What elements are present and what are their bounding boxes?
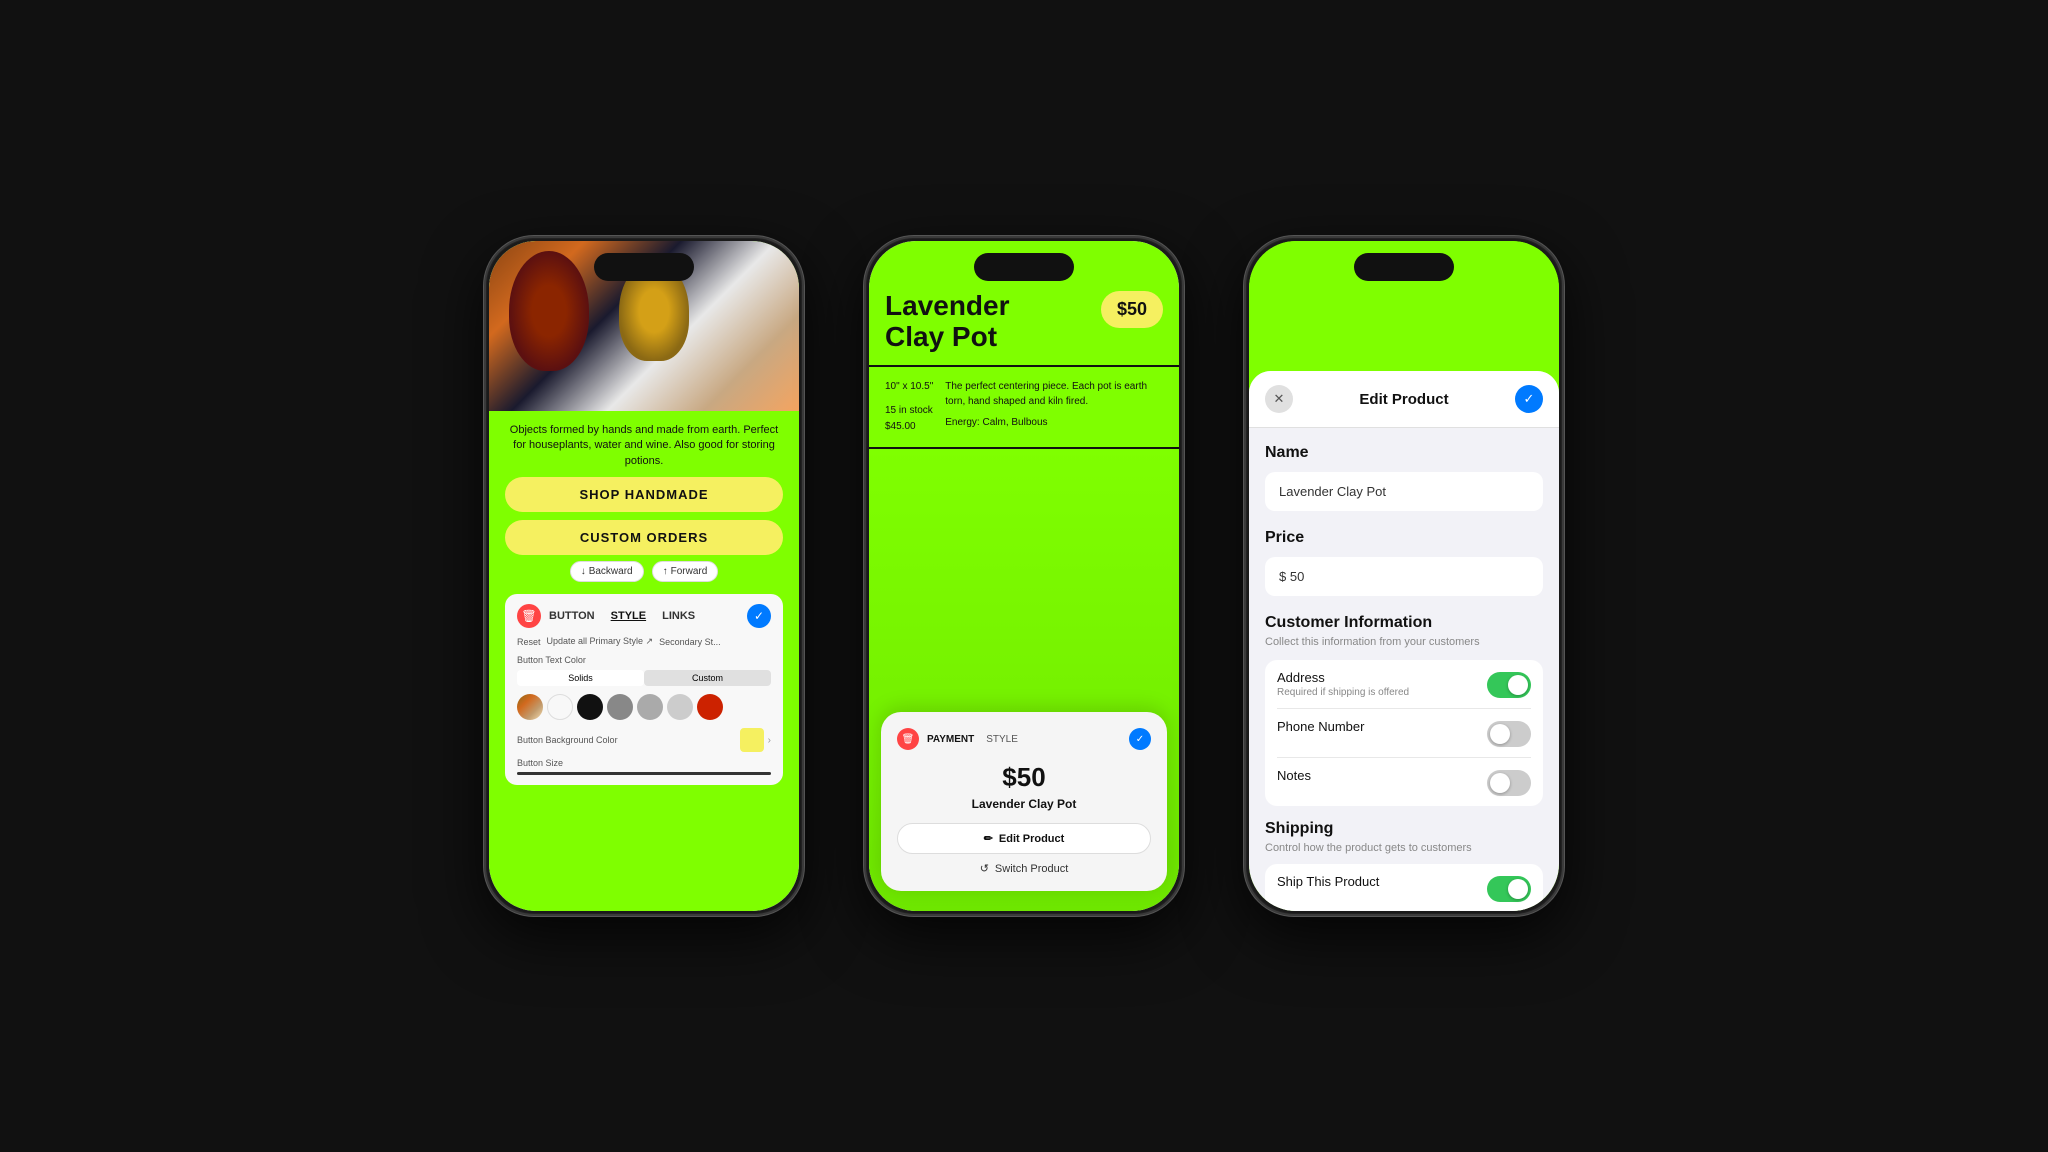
pencil-icon: ✏ xyxy=(984,832,993,845)
bg-color-label: Button Background Color xyxy=(517,735,618,745)
edit-product-label: Edit Product xyxy=(999,833,1064,845)
backward-button[interactable]: ↓ Backward xyxy=(570,561,644,582)
switch-product-button[interactable]: ↺ Switch Product xyxy=(897,862,1151,875)
swatch-gray3[interactable] xyxy=(667,694,693,720)
swatch-brown[interactable] xyxy=(517,694,543,720)
confirm-button[interactable]: ✓ xyxy=(747,604,771,628)
refresh-icon: ↺ xyxy=(980,862,989,875)
modal-title: Edit Product xyxy=(1359,391,1448,408)
payment-tab-style[interactable]: STYLE xyxy=(986,734,1018,745)
payment-product-name: Lavender Clay Pot xyxy=(897,797,1151,811)
edit-product-button-2[interactable]: ✏ Edit Product xyxy=(897,823,1151,854)
address-toggle[interactable] xyxy=(1487,672,1531,698)
modal-body: Name Price Customer Information Collect … xyxy=(1249,428,1559,911)
price-badge-2: $50 xyxy=(1101,291,1163,328)
color-swatches xyxy=(517,694,771,720)
swatch-white[interactable] xyxy=(547,694,573,720)
custom-orders-button[interactable]: CUSTOM ORDERS xyxy=(505,520,783,555)
notes-toggle-label: Notes xyxy=(1277,768,1311,783)
ship-toggle-label: Ship This Product xyxy=(1277,874,1379,889)
secondary-style-link[interactable]: Secondary St... xyxy=(659,637,721,647)
custom-tab[interactable]: Custom xyxy=(644,670,771,686)
swatch-gray2[interactable] xyxy=(637,694,663,720)
name-input[interactable] xyxy=(1265,472,1543,511)
product-specs: 10" x 10.5" 15 in stock $45.00 xyxy=(885,379,933,435)
dynamic-island-2 xyxy=(974,253,1074,281)
edit-product-modal: ✕ Edit Product ✓ Name Price Customer Inf… xyxy=(1249,371,1559,911)
shipping-section-label: Shipping xyxy=(1265,820,1543,838)
phone-1: Objects formed by hands and made from ea… xyxy=(484,236,804,916)
editor-panel: 🗑 BUTTON STYLE LINKS ✓ Reset Update all … xyxy=(505,594,783,785)
forward-button[interactable]: ↑ Forward xyxy=(652,561,719,582)
modal-save-button[interactable]: ✓ xyxy=(1515,385,1543,413)
chevron-icon: › xyxy=(768,735,771,746)
backward-label: Backward xyxy=(589,566,633,577)
product-title-2: Lavender Clay Pot xyxy=(885,291,1010,353)
product-description-text: The perfect centering piece. Each pot is… xyxy=(945,379,1163,409)
spec-stock: 15 in stock xyxy=(885,403,933,419)
address-toggle-label: Address xyxy=(1277,670,1409,685)
tab-style[interactable]: STYLE xyxy=(611,610,646,622)
payment-price: $50 xyxy=(897,762,1151,793)
solids-tab[interactable]: Solids xyxy=(517,670,644,686)
notes-toggle[interactable] xyxy=(1487,770,1531,796)
product-desc-2: The perfect centering piece. Each pot is… xyxy=(945,379,1163,435)
price-input[interactable] xyxy=(1265,557,1543,596)
shop-handmade-button[interactable]: SHOP HANDMADE xyxy=(505,477,783,512)
shipping-subtitle: Control how the product gets to customer… xyxy=(1265,842,1543,854)
phone-3: ✕ Edit Product ✓ Name Price Customer Inf… xyxy=(1244,236,1564,916)
swatch-gray1[interactable] xyxy=(607,694,633,720)
product-description-1: Objects formed by hands and made from ea… xyxy=(505,423,783,469)
payment-panel: 🗑 PAYMENT STYLE ✓ $50 Lavender Clay Pot … xyxy=(881,712,1167,891)
phone-toggle[interactable] xyxy=(1487,721,1531,747)
swatch-black[interactable] xyxy=(577,694,603,720)
payment-tab-payment[interactable]: PAYMENT xyxy=(927,734,974,745)
tab-links[interactable]: LINKS xyxy=(662,610,695,622)
button-size-slider[interactable] xyxy=(517,772,771,775)
forward-label: Forward xyxy=(671,566,708,577)
button-text-color-label: Button Text Color xyxy=(517,655,771,665)
bg-color-preview[interactable] xyxy=(740,728,764,752)
price-section-label: Price xyxy=(1265,529,1543,547)
name-section-label: Name xyxy=(1265,444,1543,462)
phone-2: Lavender Clay Pot $50 10" x 10.5" 15 in … xyxy=(864,236,1184,916)
dynamic-island-3 xyxy=(1354,253,1454,281)
modal-close-button[interactable]: ✕ xyxy=(1265,385,1293,413)
button-size-label: Button Size xyxy=(517,758,771,768)
payment-confirm-btn[interactable]: ✓ xyxy=(1129,728,1151,750)
reset-link[interactable]: Reset xyxy=(517,637,541,647)
product-energy: Energy: Calm, Bulbous xyxy=(945,415,1163,430)
spec-size: 10" x 10.5" xyxy=(885,379,933,395)
address-toggle-subtitle: Required if shipping is offered xyxy=(1277,687,1409,698)
customer-info-subtitle: Collect this information from your custo… xyxy=(1265,636,1543,648)
dynamic-island-1 xyxy=(594,253,694,281)
spec-price: $45.00 xyxy=(885,419,933,435)
delete-button[interactable]: 🗑 xyxy=(517,604,541,628)
payment-delete-btn[interactable]: 🗑 xyxy=(897,728,919,750)
forward-icon: ↑ xyxy=(663,566,668,577)
customer-info-label: Customer Information xyxy=(1265,614,1543,632)
phone-toggle-label: Phone Number xyxy=(1277,719,1364,734)
ship-toggle[interactable] xyxy=(1487,876,1531,902)
switch-product-label: Switch Product xyxy=(995,863,1068,875)
backward-icon: ↓ xyxy=(581,566,586,577)
update-primary-link[interactable]: Update all Primary Style ↗ xyxy=(547,636,654,647)
swatch-red[interactable] xyxy=(697,694,723,720)
tab-button[interactable]: BUTTON xyxy=(549,610,595,622)
